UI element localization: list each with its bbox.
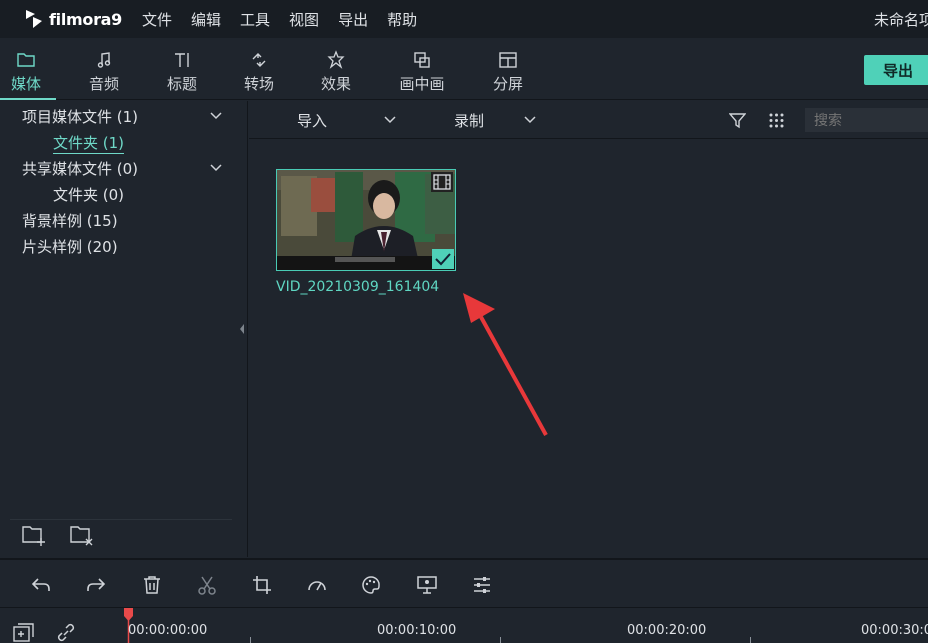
timeline-tick	[500, 637, 501, 643]
color-palette-icon[interactable]	[360, 574, 382, 596]
pip-icon	[414, 52, 430, 68]
add-track-icon[interactable]	[12, 622, 36, 643]
tab-media[interactable]: 媒体	[0, 50, 56, 100]
folder-icon	[17, 53, 35, 67]
tab-effects[interactable]: 效果	[306, 50, 366, 94]
media-grid: VID_20210309_161404	[249, 139, 928, 557]
chevron-down-icon[interactable]	[209, 163, 223, 173]
collapse-panel-icon[interactable]	[238, 323, 246, 335]
filter-icon[interactable]	[729, 112, 746, 129]
chevron-down-icon[interactable]	[383, 115, 397, 125]
annotation-arrow	[463, 293, 548, 436]
timeline-marker: 00:00:30:00	[861, 623, 928, 638]
chevron-down-icon[interactable]	[523, 115, 537, 125]
tab-transitions[interactable]: 转场	[229, 50, 289, 94]
crop-icon[interactable]	[251, 574, 273, 596]
import-dropdown[interactable]: 导入	[297, 110, 327, 131]
delete-icon[interactable]	[141, 574, 163, 596]
undo-icon[interactable]	[30, 574, 52, 596]
effects-icon	[327, 50, 345, 69]
cut-icon[interactable]	[196, 574, 218, 596]
film-strip-icon	[433, 174, 451, 190]
title-bar: filmora9 文件 编辑 工具 视图 导出 帮助 未命名项	[0, 0, 928, 38]
timeline-marker: 00:00:00:00	[128, 623, 208, 638]
filmora-logo-icon	[26, 10, 42, 28]
check-icon	[435, 253, 451, 266]
library-tabs-bar: 媒体 音频 标题 转场 效果 画中画 分屏 导出	[0, 38, 928, 100]
sidebar-item-background-samples[interactable]: 背景样例 (15)	[22, 210, 118, 231]
timeline-marker: 00:00:20:00	[627, 623, 707, 638]
media-thumbnail[interactable]	[276, 169, 456, 271]
tab-split-screen[interactable]: 分屏	[478, 50, 538, 94]
sidebar-item-shared-media[interactable]: 共享媒体文件 (0)	[22, 158, 138, 179]
menu-view[interactable]: 视图	[289, 9, 319, 30]
timeline-ruler[interactable]: 00:00:00:00 00:00:10:00 00:00:20:00 00:0…	[0, 608, 928, 643]
link-icon[interactable]	[55, 622, 77, 643]
tab-pip[interactable]: 画中画	[392, 50, 452, 94]
edit-toolbar	[0, 558, 928, 608]
media-toolbar: 导入 录制	[249, 101, 928, 139]
sidebar-item-folder-1[interactable]: 文件夹 (1)	[53, 132, 125, 154]
media-item-name: VID_20210309_161404	[276, 279, 440, 295]
menu-bar: 文件 编辑 工具 视图 导出 帮助	[142, 9, 436, 30]
media-library-sidebar: 项目媒体文件 (1) 文件夹 (1) 共享媒体文件 (0) 文件夹 (0) 背景…	[0, 101, 248, 557]
sidebar-item-folder-0[interactable]: 文件夹 (0)	[53, 184, 124, 205]
speed-icon[interactable]	[306, 574, 328, 596]
app-logo: filmora9	[24, 8, 142, 30]
video-thumbnail-image	[277, 170, 455, 270]
tab-audio[interactable]: 音频	[74, 50, 134, 94]
green-screen-icon[interactable]	[416, 574, 438, 596]
menu-help[interactable]: 帮助	[387, 9, 417, 30]
music-note-icon	[97, 52, 111, 68]
text-icon	[175, 53, 189, 67]
timeline-tick	[250, 637, 251, 643]
menu-export[interactable]: 导出	[338, 9, 368, 30]
grid-view-icon[interactable]	[768, 112, 785, 129]
sidebar-item-project-media[interactable]: 项目媒体文件 (1)	[22, 106, 138, 127]
new-folder-icon[interactable]	[21, 524, 47, 546]
video-type-badge	[431, 172, 453, 192]
timeline-tick	[750, 637, 751, 643]
sidebar-footer	[10, 519, 232, 557]
menu-file[interactable]: 文件	[142, 9, 172, 30]
tab-titles[interactable]: 标题	[152, 50, 212, 94]
project-name: 未命名项	[873, 11, 928, 29]
redo-icon[interactable]	[85, 574, 107, 596]
record-dropdown[interactable]: 录制	[454, 110, 484, 131]
app-logo-text: filmora9	[49, 9, 123, 29]
menu-tools[interactable]: 工具	[240, 9, 270, 30]
audio-mixer-icon[interactable]	[471, 574, 493, 596]
split-screen-icon	[499, 52, 517, 68]
added-check-badge	[432, 249, 454, 269]
chevron-down-icon[interactable]	[209, 111, 223, 121]
search-input[interactable]	[805, 108, 928, 132]
delete-folder-icon[interactable]	[69, 524, 95, 546]
transition-icon	[252, 53, 266, 67]
export-button[interactable]: 导出	[864, 55, 928, 85]
timeline-marker: 00:00:10:00	[377, 623, 457, 638]
menu-edit[interactable]: 编辑	[191, 9, 221, 30]
sidebar-item-intro-samples[interactable]: 片头样例 (20)	[22, 236, 118, 257]
